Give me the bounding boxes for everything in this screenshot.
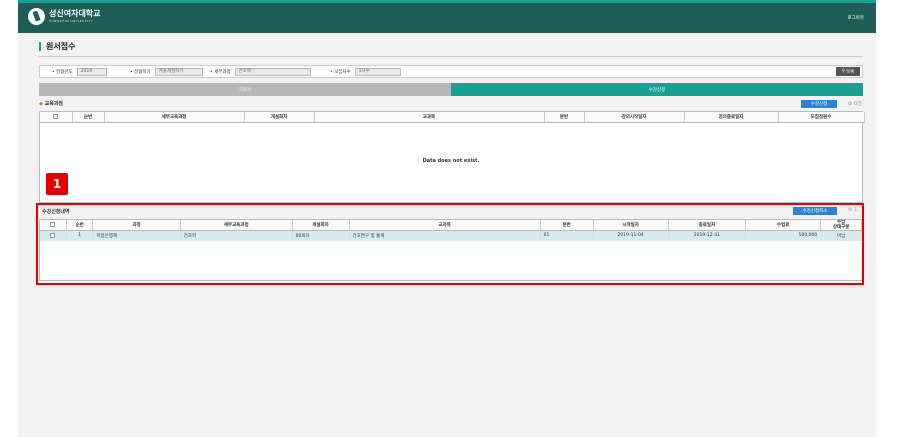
- col-header[interactable]: 모집정원수: [778, 112, 865, 123]
- page-title: 원서접수: [39, 42, 75, 51]
- year-field[interactable]: 2019: [76, 68, 107, 76]
- courses-settings[interactable]: ⚙ 0건: [848, 100, 862, 107]
- select-all-checkbox[interactable]: [40, 112, 73, 123]
- col-header[interactable]: 강의종료일자: [684, 112, 779, 123]
- university-logo[interactable]: 성신여자대학교 SUNGSHIN UNIVERSITY: [28, 8, 101, 25]
- search-icon: ⚲: [841, 69, 845, 74]
- col-header[interactable]: 분반: [544, 112, 585, 123]
- logo-subtitle: SUNGSHIN UNIVERSITY: [49, 19, 94, 23]
- empty-message: Data does not exist.: [422, 158, 480, 164]
- courses-title-text: 교육과정: [44, 101, 64, 107]
- annotation-badge: 1: [46, 173, 68, 195]
- col-header[interactable]: 세부교육과정: [104, 112, 245, 123]
- list-button[interactable]: ⚲ 목록: [836, 67, 860, 76]
- courses-header-row: 순번 세부교육과정 개설회차 교과목 분반 강의시작일자 강의종료일자 모집정원…: [40, 112, 865, 123]
- list-button-label: 목록: [846, 69, 855, 75]
- title-divider: [39, 56, 863, 57]
- annotation-highlight-box: [36, 203, 864, 285]
- logo-emblem-icon: [28, 8, 45, 25]
- courses-section-title: ◆ 교육과정: [39, 100, 63, 107]
- enroll-button[interactable]: 수강신청: [801, 100, 837, 108]
- tab-bar: 지원서 수강신청: [39, 83, 863, 96]
- search-bar: 전형년도 2019 전형학기 겨울계절학기 세부과정 간호학 모집차수 1차수 …: [39, 65, 863, 78]
- logo-title: 성신여자대학교: [49, 9, 101, 18]
- gear-icon: ⚙: [848, 101, 853, 107]
- course-field[interactable]: 간호학: [234, 68, 311, 76]
- top-header: 성신여자대학교 SUNGSHIN UNIVERSITY 로그아웃: [18, 0, 876, 33]
- logout-link[interactable]: 로그아웃: [847, 15, 864, 21]
- col-header[interactable]: 순번: [72, 112, 105, 123]
- col-header[interactable]: 강의시작일자: [584, 112, 685, 123]
- round-field[interactable]: 1차수: [354, 68, 401, 76]
- round-label: 모집차수: [330, 69, 351, 75]
- courses-grid: 순번 세부교육과정 개설회차 교과목 분반 강의시작일자 강의종료일자 모집정원…: [39, 111, 865, 203]
- term-label: 전형학기: [130, 69, 151, 75]
- courses-count: 0건: [854, 101, 862, 107]
- col-header[interactable]: 개설회차: [244, 112, 315, 123]
- term-field[interactable]: 겨울계절학기: [154, 68, 203, 76]
- year-label: 전형년도: [52, 69, 73, 75]
- bullet-icon: ◆: [39, 101, 43, 107]
- tab-enrollment[interactable]: 수강신청: [451, 83, 863, 96]
- col-header[interactable]: 교과목: [314, 112, 545, 123]
- tab-application[interactable]: 지원서: [39, 83, 451, 96]
- course-label: 세부과정: [210, 69, 231, 75]
